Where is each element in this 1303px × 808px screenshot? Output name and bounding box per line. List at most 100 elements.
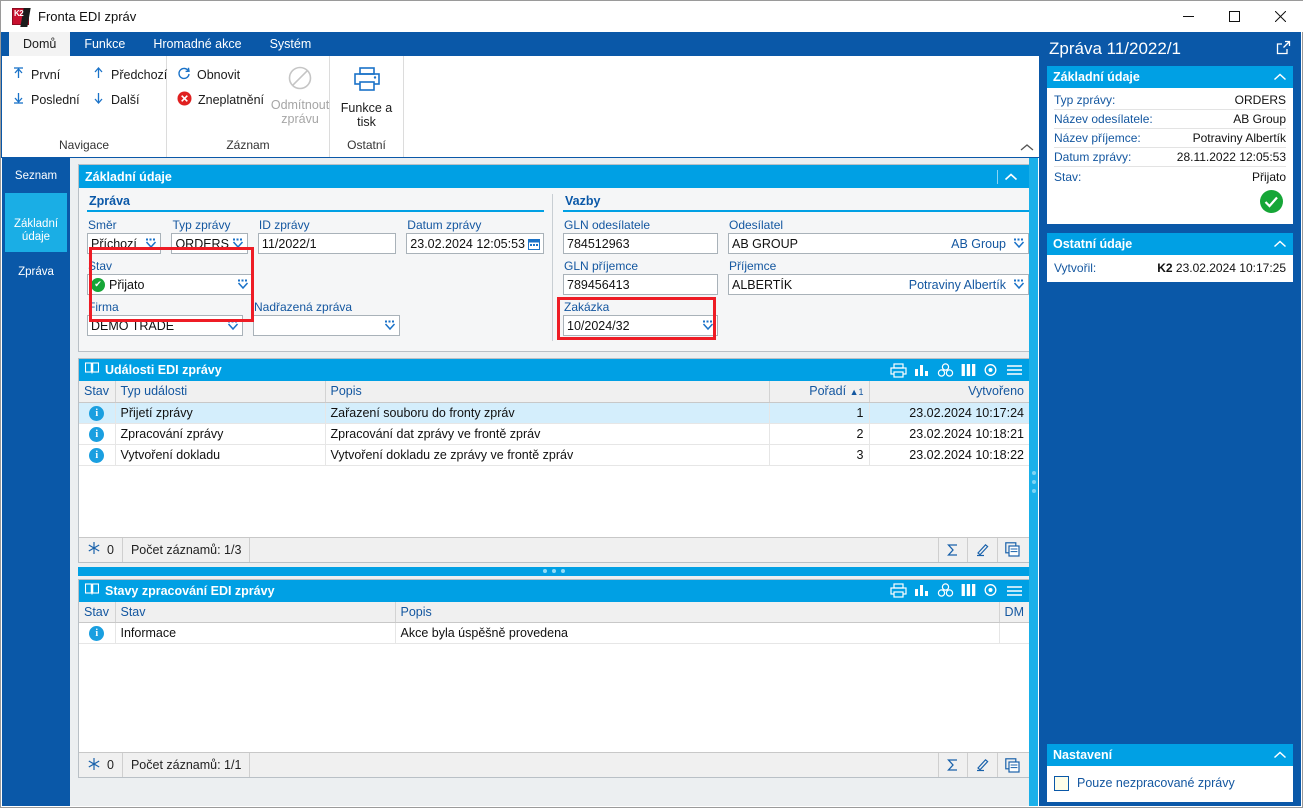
input-gln-prijemce[interactable]: 789456413 [563, 274, 718, 295]
settings-icon[interactable] [983, 583, 999, 598]
input-datum-zpravy[interactable]: 23.02.2024 12:05:53 [406, 233, 544, 254]
ribbon-button-zneplatneni[interactable]: Zneplatnění [171, 87, 272, 112]
table-row[interactable]: i Informace Akce byla úspěšně provedena [79, 622, 1029, 644]
input-firma[interactable]: DEMO TRADE [87, 315, 243, 336]
tab-hromadne-akce[interactable]: Hromadné akce [139, 32, 255, 56]
input-typ-zpravy[interactable]: ORDERS [171, 233, 248, 254]
col-stav-text[interactable]: Stav [115, 601, 396, 623]
field-zakazka: Zakázka 10/2024/32 [563, 300, 718, 336]
application-window: Fronta EDI zpráv Domů Funkce Hromadné ak… [0, 0, 1303, 808]
input-zakazka[interactable]: 10/2024/32 [563, 315, 718, 336]
input-gln-odesilatele[interactable]: 784512963 [563, 233, 718, 254]
sidebar-item-zakladni-udaje[interactable]: Základní údaje [5, 193, 67, 252]
detail-panel-title: Zpráva 11/2022/1 [1049, 39, 1181, 58]
filter-snowflake-icon [87, 757, 101, 774]
calendar-icon[interactable] [528, 238, 540, 250]
grid-stavy-zpracovani: Stavy zpracování EDI zprávy Stav Stav Po… [78, 578, 1030, 778]
chevron-up-icon[interactable] [1273, 70, 1287, 84]
printer-icon[interactable] [890, 583, 907, 598]
detail-status-row [1054, 186, 1286, 219]
edit-pencil-icon[interactable] [967, 537, 997, 562]
chevron-down-icon[interactable] [1013, 238, 1025, 249]
col-popis[interactable]: Popis [395, 601, 1000, 623]
label-stav: Stav [88, 259, 113, 273]
detail-key: Typ zprávy: [1054, 93, 1116, 107]
vertical-splitter[interactable] [1029, 158, 1038, 806]
field-datum-zpravy: Datum zprávy 23.02.2024 12:05:53 [406, 218, 544, 254]
col-stav[interactable]: Stav [79, 381, 116, 403]
col-popis[interactable]: Popis [325, 381, 770, 403]
chart-icon[interactable] [914, 363, 930, 378]
collapse-ribbon-button[interactable] [1020, 143, 1034, 155]
sum-icon[interactable] [938, 753, 967, 777]
group-icon[interactable] [937, 362, 954, 378]
info-icon: i [89, 447, 105, 463]
table-row[interactable]: i Zpracování zprávy Zpracování dat zpráv… [79, 423, 1029, 445]
table-row[interactable]: i Vytvoření dokladu Vytvoření dokladu ze… [79, 444, 1029, 466]
chevron-down-icon[interactable] [1013, 279, 1025, 290]
chevron-down-icon[interactable] [384, 320, 396, 331]
edit-pencil-icon[interactable] [967, 753, 997, 777]
cell-popis: Zpracování dat zprávy ve frontě zpráv [325, 423, 770, 445]
cell-poradi: 3 [769, 444, 870, 466]
checkbox-icon[interactable] [1054, 775, 1069, 791]
sidebar-item-seznam[interactable]: Seznam [5, 158, 67, 191]
settings-icon[interactable] [983, 363, 999, 378]
detail-key: Stav: [1054, 169, 1082, 184]
input-stav[interactable]: ✔ Přijato [87, 274, 253, 295]
ribbon-group-navigace: První Poslední Předchozí Další Navigace [2, 56, 167, 157]
ribbon-button-posledni[interactable]: Poslední [6, 87, 86, 112]
detail-section-title-zakladni-udaje: Základní údaje [1053, 70, 1140, 84]
duplicate-icon[interactable] [997, 537, 1029, 562]
chevron-down-icon[interactable] [227, 320, 239, 331]
group-icon[interactable] [937, 583, 954, 598]
ribbon-button-dalsi[interactable]: Další [86, 87, 168, 112]
ribbon-button-prvni[interactable]: První [6, 62, 86, 87]
chevron-up-icon[interactable] [1273, 748, 1287, 762]
input-prijemce[interactable]: ALBERTÍK Potraviny Albertík [728, 274, 1029, 295]
menu-icon[interactable] [1006, 363, 1023, 377]
col-typ-udalosti[interactable]: Typ události [115, 381, 326, 403]
input-odesilatel[interactable]: AB GROUP AB Group [728, 233, 1029, 254]
chevron-down-icon[interactable] [232, 238, 244, 249]
external-link-icon[interactable] [1276, 40, 1291, 58]
minimize-button[interactable] [1165, 1, 1211, 32]
ribbon-button-obnovit[interactable]: Obnovit [171, 62, 272, 87]
chevron-up-icon[interactable] [1273, 237, 1287, 251]
col-poradi[interactable]: Pořadí ▲1 [769, 381, 870, 403]
close-button[interactable] [1257, 1, 1303, 32]
filter-status[interactable]: 0 [79, 753, 123, 777]
col-dm[interactable]: DM [999, 601, 1029, 623]
table-row[interactable]: i Přijetí zprávy Zařazení souboru do fro… [79, 402, 1029, 424]
columns-icon[interactable] [961, 363, 976, 378]
chevron-down-icon[interactable] [145, 238, 157, 249]
tab-domu[interactable]: Domů [9, 32, 71, 56]
printer-icon[interactable] [890, 362, 907, 378]
ribbon-group-ostatni: Funkce a tisk Ostatní [330, 56, 404, 157]
ribbon-button-funkce-a-tisk[interactable]: Funkce a tisk [334, 62, 399, 138]
tab-funkce[interactable]: Funkce [70, 32, 139, 56]
ribbon-button-predchozi[interactable]: Předchozí [86, 62, 168, 87]
input-smer[interactable]: Příchozí [87, 233, 162, 254]
chevron-down-icon[interactable] [702, 320, 714, 331]
col-vytvoreno[interactable]: Vytvořeno [869, 381, 1029, 403]
duplicate-icon[interactable] [997, 753, 1029, 777]
columns-icon[interactable] [961, 583, 976, 598]
chart-icon[interactable] [914, 583, 930, 598]
sidebar-item-zprava[interactable]: Zpráva [5, 254, 67, 287]
maximize-button[interactable] [1211, 1, 1257, 32]
chevron-down-icon[interactable] [237, 279, 249, 290]
settings-title: Nastavení [1053, 748, 1113, 762]
input-nadrazena-zprava[interactable] [253, 315, 400, 336]
col-stav-icon[interactable]: Stav [79, 601, 116, 623]
checkbox-pouze-nezpracovane-zpravy[interactable]: Pouze nezpracované zprávy [1054, 771, 1286, 795]
input-id-zpravy[interactable]: 11/2022/1 [257, 233, 397, 254]
tab-system[interactable]: Systém [256, 32, 326, 56]
filter-status[interactable]: 0 [79, 537, 123, 562]
horizontal-splitter[interactable] [78, 566, 1030, 576]
col-poradi-label: Pořadí [809, 384, 847, 399]
detail-section-header-zakladni-udaje: Základní údaje [1047, 66, 1293, 88]
sum-icon[interactable] [938, 537, 967, 562]
chevron-up-icon[interactable] [997, 169, 1023, 184]
menu-icon[interactable] [1006, 584, 1023, 598]
